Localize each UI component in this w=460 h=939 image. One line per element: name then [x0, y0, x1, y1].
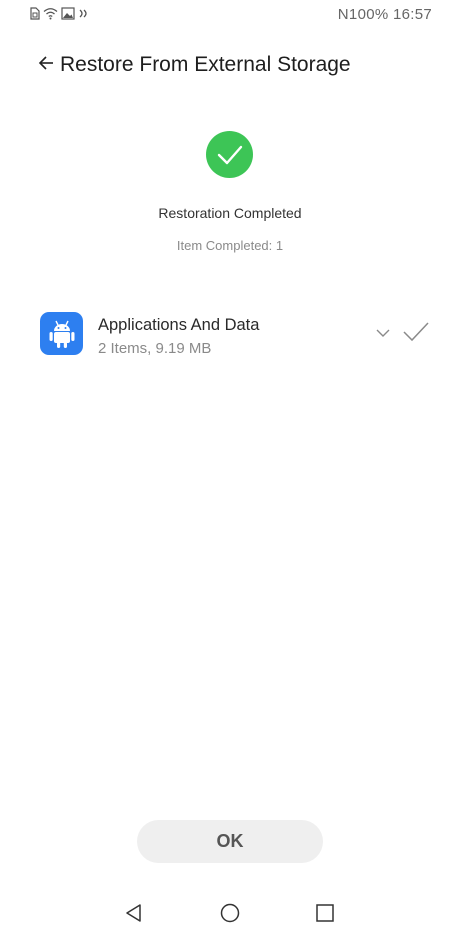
page-title: Restore From External Storage	[60, 53, 351, 76]
header: Restore From External Storage	[38, 48, 440, 82]
wifi-icon	[43, 7, 58, 20]
result-title: Restoration Completed	[158, 205, 302, 221]
navigation-bar	[0, 890, 460, 939]
checkmark-icon	[402, 320, 430, 344]
nav-back-icon[interactable]	[123, 902, 145, 924]
list-item-applications-data[interactable]: Applications And Data 2 Items, 9.19 MB	[28, 306, 434, 366]
chevron-down-icon[interactable]	[374, 324, 392, 342]
nfc-icon	[78, 7, 92, 20]
sim-icon	[30, 7, 40, 20]
item-title: Applications And Data	[98, 316, 260, 334]
status-indicators: N100% 16:57	[337, 6, 432, 23]
check-circle-icon	[206, 131, 253, 178]
nav-recents-icon[interactable]	[314, 902, 336, 924]
status-bar: N100% 16:57	[0, 0, 460, 30]
item-subtitle: 2 Items, 9.19 MB	[98, 340, 212, 357]
back-button[interactable]	[38, 50, 56, 80]
result-subtitle: Item Completed: 1	[176, 238, 284, 253]
image-icon	[61, 7, 75, 20]
back-arrow-icon	[38, 55, 54, 76]
nav-home-icon[interactable]	[219, 902, 241, 924]
ok-button[interactable]: OK	[137, 820, 323, 863]
android-icon	[40, 312, 83, 355]
status-icons	[30, 7, 92, 20]
